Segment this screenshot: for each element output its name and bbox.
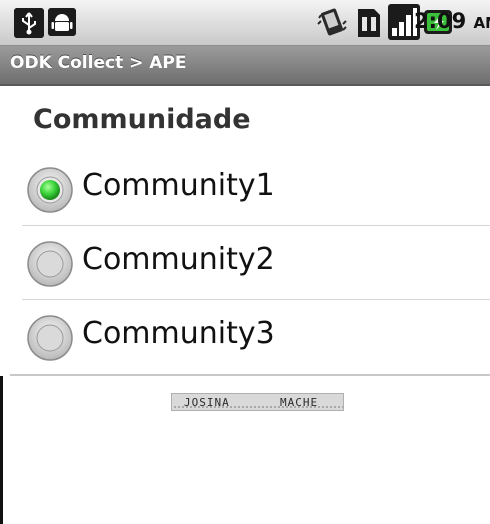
radio-unselected-icon[interactable] bbox=[26, 314, 74, 362]
clock-time: 2:09 bbox=[414, 9, 467, 33]
radio-selected-icon[interactable] bbox=[26, 166, 74, 214]
signature-handwriting: JOSINA MACHE bbox=[174, 396, 343, 409]
question-label: Communidade bbox=[33, 104, 251, 135]
radio-option-community3[interactable]: Community3 bbox=[22, 300, 490, 374]
screen-edge bbox=[0, 376, 3, 524]
vibrate-icon bbox=[317, 8, 347, 36]
option-label: Community3 bbox=[82, 316, 275, 351]
status-bar: 2:09 AM bbox=[0, 0, 490, 46]
usb-icon bbox=[14, 8, 44, 38]
option-label: Community2 bbox=[82, 242, 275, 277]
android-icon bbox=[48, 8, 76, 36]
clock: 2:09 AM bbox=[414, 5, 490, 39]
clock-ampm: AM bbox=[473, 14, 490, 32]
svg-text:JOSINA: JOSINA bbox=[184, 396, 230, 409]
radio-option-community2[interactable]: Community2 bbox=[22, 226, 490, 300]
app-title: ODK Collect > APE bbox=[10, 53, 187, 73]
title-bar: ODK Collect > APE bbox=[0, 46, 490, 86]
option-label: Community1 bbox=[82, 168, 275, 203]
svg-text:MACHE: MACHE bbox=[280, 396, 318, 409]
divider bbox=[10, 374, 490, 376]
signature-image: JOSINA MACHE bbox=[171, 393, 344, 411]
radio-unselected-icon[interactable] bbox=[26, 240, 74, 288]
radio-option-community1[interactable]: Community1 bbox=[22, 152, 490, 226]
sim-card-icon bbox=[358, 9, 380, 37]
